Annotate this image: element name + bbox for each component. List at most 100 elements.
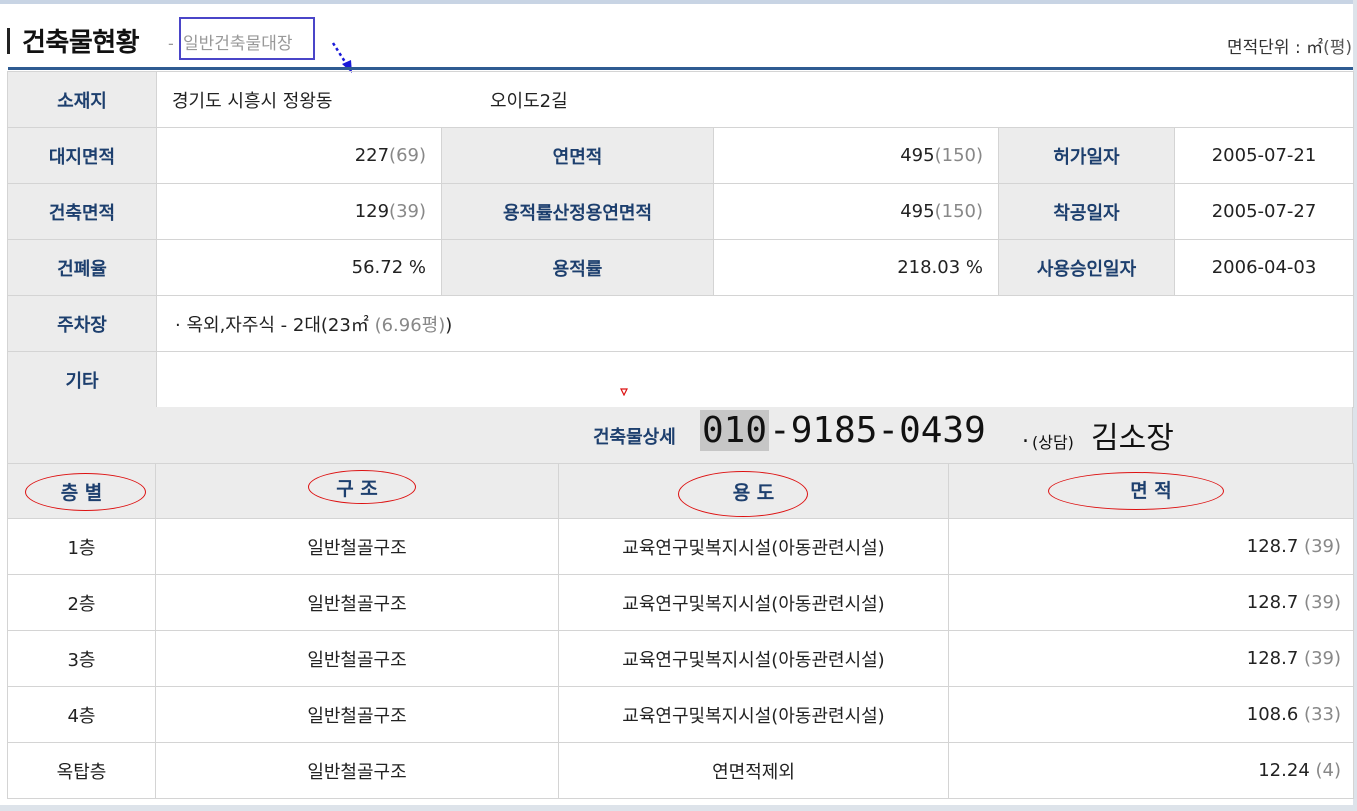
building-area-pyeong: (39) (389, 201, 426, 222)
consult-dot: . (1022, 423, 1029, 448)
table-row: 1층 일반철골구조 교육연구및복지시설(아동관련시설) 128.7 (39) (7, 518, 1354, 575)
approval-date-label: 사용승인일자 (998, 239, 1175, 296)
building-area-label: 건축면적 (7, 183, 157, 240)
small-red-arrow-icon (620, 388, 628, 396)
detail-label: 건축물상세 (593, 427, 676, 448)
parking-cell: · 옥외,자주식 - 2대(23㎡ (6.96평)) (155, 295, 1355, 352)
location-label: 소재지 (7, 71, 157, 128)
consult-label: (상담) (1032, 433, 1074, 452)
building-area-cell: 129(39) (156, 183, 442, 240)
table-row: 2층 일반철골구조 교육연구및복지시설(아동관련시설) 128.7 (39) (7, 574, 1354, 631)
area-cell: 128.7 (39) (948, 518, 1354, 575)
row-building-area: 건축면적 129(39) 용적률산정용연면적 495(150) 착공일자 200… (7, 183, 1355, 240)
phone-prefix: 010 (700, 410, 770, 451)
structure-cell: 일반철골구조 (155, 630, 559, 687)
section-header: 건축물현황 - 일반건축물대장 면적단위 : ㎡(평) (0, 10, 1357, 73)
area-cell: 108.6 (33) (948, 686, 1354, 743)
floor-cell: 1층 (7, 518, 156, 575)
floor-header-oval (25, 473, 146, 511)
parking-pyeong: (6.96평) (374, 314, 446, 336)
page-title: 건축물현황 (22, 28, 140, 58)
area-value: 128.7 (1246, 536, 1299, 557)
far-area-value: 495 (900, 201, 935, 222)
site-area-label: 대지면적 (7, 127, 157, 184)
header-use: 용 도 (558, 463, 949, 519)
use-cell: 교육연구및복지시설(아동관련시설) (558, 574, 949, 631)
header-area-label: 면 적 (1130, 479, 1172, 502)
header-structure: 구 조 (155, 463, 559, 519)
building-detail-banner: 건축물상세 010-9185-0439 . (상담) 김소장 (7, 407, 1353, 463)
structure-cell: 일반철골구조 (155, 742, 559, 799)
parking-value: · 옥외,자주식 - 2대(23㎡ (175, 314, 369, 336)
total-floor-area-value: 495 (900, 145, 935, 166)
header-floor: 층 별 (7, 463, 156, 519)
floor-detail-table: 층 별 구 조 용 도 면 적 1층 일반철골구조 교육연구및복지시설(아동관련… (7, 463, 1354, 799)
row-ratios: 건폐율 56.72 % 용적률 218.03 % 사용승인일자 2006-04-… (7, 239, 1355, 296)
floor-cell: 3층 (7, 630, 156, 687)
bcr-value: 56.72 % (156, 239, 442, 296)
header-area: 면 적 (948, 463, 1354, 519)
floor-cell: 2층 (7, 574, 156, 631)
building-area-value: 129 (354, 201, 390, 222)
total-floor-area-cell: 495(150) (713, 127, 999, 184)
area-cell: 12.24 (4) (948, 742, 1354, 799)
building-info-table: 소재지 경기도 시흥시 정왕동 오이도2길 대지면적 227(69) 연면적 49… (7, 71, 1355, 408)
phone-number: 010-9185-0439 (700, 410, 986, 451)
far-area-cell: 495(150) (713, 183, 999, 240)
area-pyeong: (39) (1304, 536, 1341, 557)
far-value: 218.03 % (713, 239, 999, 296)
area-pyeong: (39) (1304, 592, 1341, 613)
area-pyeong: (33) (1304, 704, 1341, 725)
row-parking: 주차장 · 옥외,자주식 - 2대(23㎡ (6.96평)) (7, 295, 1355, 352)
location-road: 오이도2길 (490, 90, 568, 112)
area-value: 128.7 (1246, 648, 1299, 669)
total-floor-area-label: 연면적 (441, 127, 714, 184)
area-unit-pyeong: (평) (1323, 38, 1352, 58)
structure-cell: 일반철골구조 (155, 574, 559, 631)
parking-close: ) (445, 314, 453, 336)
start-date-value: 2005-07-27 (1173, 183, 1355, 240)
structure-cell: 일반철골구조 (155, 518, 559, 575)
area-value: 12.24 (1258, 760, 1310, 781)
consult-name: 김소장 (1091, 421, 1174, 456)
bottom-border (0, 805, 1357, 811)
area-pyeong: (4) (1315, 760, 1342, 781)
use-header-oval (678, 471, 808, 517)
table-row: 3층 일반철골구조 교육연구및복지시설(아동관련시설) 128.7 (39) (7, 630, 1354, 687)
header-structure-label: 구 조 (336, 477, 378, 500)
row-site-area: 대지면적 227(69) 연면적 495(150) 허가일자 2005-07-2… (7, 127, 1355, 184)
start-date-label: 착공일자 (998, 183, 1175, 240)
area-value: 108.6 (1246, 704, 1299, 725)
title-bar-marker (7, 28, 10, 54)
header-divider (8, 67, 1353, 70)
location-value: 경기도 시흥시 정왕동 오이도2길 (155, 71, 1355, 128)
use-cell: 교육연구및복지시설(아동관련시설) (558, 518, 949, 575)
row-location: 소재지 경기도 시흥시 정왕동 오이도2길 (7, 71, 1355, 128)
area-cell: 128.7 (39) (948, 630, 1354, 687)
floor-cell: 4층 (7, 686, 156, 743)
bcr-label: 건폐율 (7, 239, 157, 296)
site-area-cell: 227(69) (156, 127, 442, 184)
phone-rest: -9185-0439 (769, 410, 986, 451)
etc-value (155, 351, 1355, 408)
etc-label: 기타 (7, 351, 157, 408)
permit-date-label: 허가일자 (998, 127, 1175, 184)
site-area-pyeong: (69) (389, 145, 426, 166)
area-unit: 면적단위 : ㎡(평) (1227, 33, 1352, 58)
use-cell: 연면적제외 (558, 742, 949, 799)
far-area-label: 용적률산정용연면적 (441, 183, 714, 240)
location-address: 경기도 시흥시 정왕동 (172, 90, 333, 112)
structure-cell: 일반철골구조 (155, 686, 559, 743)
table-row: 4층 일반철골구조 교육연구및복지시설(아동관련시설) 108.6 (33) (7, 686, 1354, 743)
use-cell: 교육연구및복지시설(아동관련시설) (558, 686, 949, 743)
area-unit-label: 면적단위 : ㎡ (1226, 38, 1324, 58)
area-pyeong: (39) (1304, 648, 1341, 669)
permit-date-value: 2005-07-21 (1173, 127, 1355, 184)
floor-cell: 옥탑층 (7, 742, 156, 799)
subtitle-link[interactable]: 일반건축물대장 (179, 17, 315, 60)
row-etc: 기타 (7, 351, 1355, 408)
parking-label: 주차장 (7, 295, 157, 352)
top-border (0, 0, 1357, 4)
far-label: 용적률 (441, 239, 714, 296)
use-cell: 교육연구및복지시설(아동관련시설) (558, 630, 949, 687)
